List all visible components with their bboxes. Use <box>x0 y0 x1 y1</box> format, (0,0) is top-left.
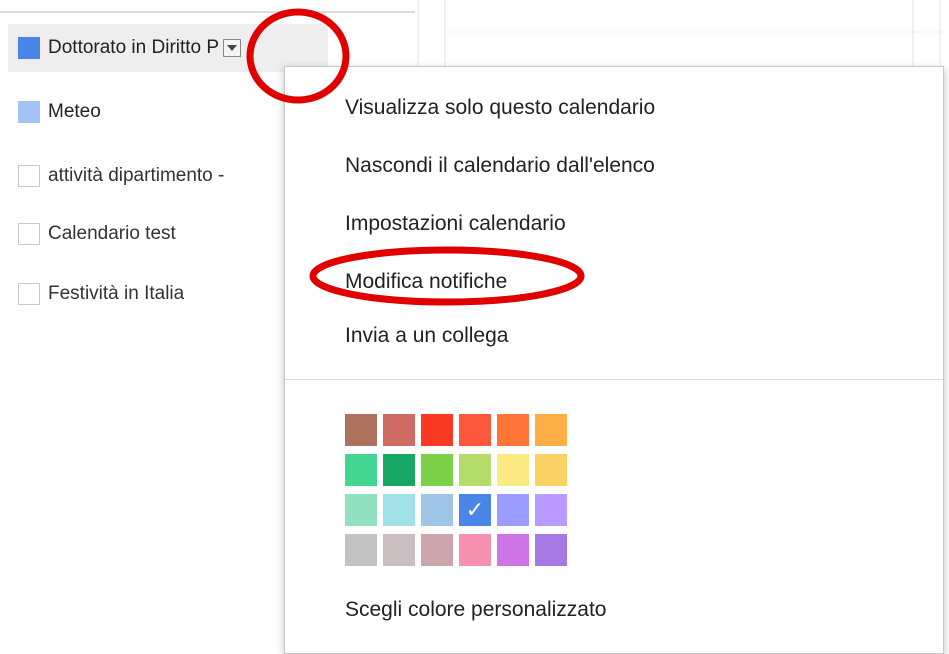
calendar-list-item[interactable]: Dottorato in Diritto P <box>8 24 328 72</box>
chevron-down-icon <box>227 45 238 51</box>
color-palette-row <box>345 534 585 566</box>
calendar-list-item[interactable]: Meteo <box>8 88 101 136</box>
calendar-label: Meteo <box>48 101 101 122</box>
color-swatch[interactable] <box>459 414 491 446</box>
calendar-color-swatch[interactable] <box>18 101 40 123</box>
calendar-label: Calendario test <box>48 223 176 244</box>
calendar-color-swatch[interactable] <box>18 37 40 59</box>
color-swatch[interactable] <box>383 454 415 486</box>
calendar-options-dropdown-button[interactable] <box>223 39 242 57</box>
color-swatch[interactable] <box>535 454 567 486</box>
calendar-options-menu: Visualizza solo questo calendario Nascon… <box>284 66 944 654</box>
calendar-checkbox[interactable] <box>18 223 40 245</box>
color-swatch[interactable] <box>535 534 567 566</box>
color-swatch[interactable] <box>497 494 529 526</box>
color-swatch[interactable] <box>345 494 377 526</box>
color-swatch[interactable] <box>497 454 529 486</box>
color-palette-row <box>345 454 585 486</box>
color-swatch[interactable] <box>421 454 453 486</box>
calendar-checkbox[interactable] <box>18 283 40 305</box>
checkmark-icon: ✓ <box>465 497 485 522</box>
screenshot-stage: Dottorato in Diritto P Meteo attività dipa… <box>0 0 949 654</box>
menu-item-edit-notifications[interactable]: Modifica notifiche <box>345 267 507 297</box>
menu-item-calendar-settings[interactable]: Impostazioni calendario <box>345 209 566 239</box>
calendar-label: Dottorato in Diritto P <box>48 37 220 58</box>
calendar-list-item[interactable]: attività dipartimento - <box>8 152 224 200</box>
color-swatch[interactable] <box>459 454 491 486</box>
calendar-checkbox[interactable] <box>18 165 40 187</box>
color-palette: ✓ <box>345 414 585 574</box>
color-swatch[interactable] <box>383 534 415 566</box>
color-swatch[interactable] <box>535 494 567 526</box>
color-swatch[interactable] <box>383 494 415 526</box>
color-swatch[interactable] <box>345 534 377 566</box>
color-palette-row: ✓ <box>345 494 585 526</box>
menu-divider <box>285 379 943 380</box>
calendar-list-item[interactable]: Calendario test <box>8 210 176 258</box>
color-swatch[interactable] <box>345 414 377 446</box>
color-swatch[interactable] <box>345 454 377 486</box>
color-palette-row <box>345 414 585 446</box>
calendar-label: Festività in Italia <box>48 283 185 304</box>
color-swatch[interactable] <box>383 414 415 446</box>
menu-item-custom-color[interactable]: Scegli colore personalizzato <box>345 595 606 625</box>
calendar-list-item[interactable]: Festività in Italia <box>8 270 184 318</box>
color-swatch[interactable]: ✓ <box>459 494 491 526</box>
color-swatch[interactable] <box>459 534 491 566</box>
color-swatch[interactable] <box>421 534 453 566</box>
color-swatch[interactable] <box>497 534 529 566</box>
menu-item-hide-from-list[interactable]: Nascondi il calendario dall'elenco <box>345 151 655 181</box>
color-swatch[interactable] <box>421 414 453 446</box>
color-swatch[interactable] <box>421 494 453 526</box>
menu-item-show-only-this[interactable]: Visualizza solo questo calendario <box>345 93 655 123</box>
menu-item-send-to-colleague[interactable]: Invia a un collega <box>345 321 508 351</box>
color-swatch[interactable] <box>535 414 567 446</box>
color-swatch[interactable] <box>497 414 529 446</box>
calendar-label: attività dipartimento - <box>48 165 225 186</box>
